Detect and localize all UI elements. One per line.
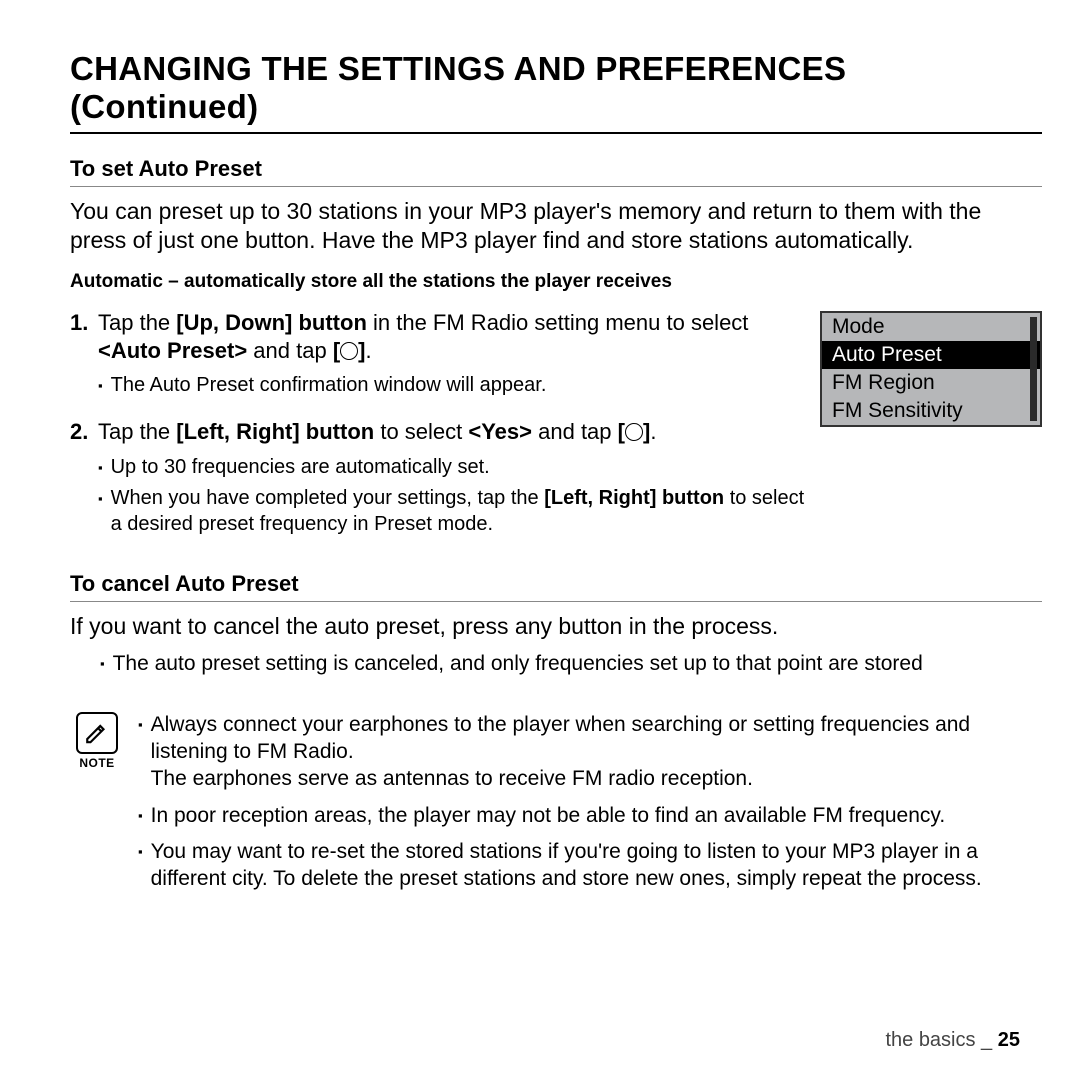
- automatic-line: Automatic – automatically store all the …: [70, 271, 1042, 293]
- step1-sub1-text: The Auto Preset confirmation window will…: [111, 373, 547, 399]
- step2-text-c: to select: [374, 419, 468, 444]
- steps-with-menu: 1. Tap the [Up, Down] button in the FM R…: [70, 309, 1042, 558]
- step-1: 1. Tap the [Up, Down] button in the FM R…: [70, 309, 806, 405]
- s2s2-b: [Left, Right] button: [544, 487, 724, 509]
- steps-list: 1. Tap the [Up, Down] button in the FM R…: [70, 309, 806, 558]
- menu-item-fm-region: FM Region: [822, 369, 1040, 397]
- note-item-3-text: You may want to re-set the stored statio…: [151, 839, 1042, 893]
- page-title: CHANGING THE SETTINGS AND PREFERENCES (C…: [70, 50, 1042, 134]
- step1-sub1: The Auto Preset confirmation window will…: [98, 373, 806, 399]
- section2-sub1: The auto preset setting is canceled, and…: [100, 651, 1042, 678]
- section2-intro: If you want to cancel the auto preset, p…: [70, 612, 1042, 641]
- step1-text-f: .: [365, 338, 371, 363]
- page-footer: the basics _ 25: [885, 1029, 1020, 1052]
- step2-sub1: Up to 30 frequencies are automatically s…: [98, 455, 806, 481]
- step2-text-e: and tap: [532, 419, 618, 444]
- note-item-3: You may want to re-set the stored statio…: [138, 839, 1042, 893]
- menu-item-mode: Mode: [822, 313, 1040, 341]
- menu-item-auto-preset: Auto Preset: [822, 341, 1040, 369]
- note-item-1-text: Always connect your earphones to the pla…: [151, 712, 1042, 793]
- step-2-number: 2.: [70, 418, 98, 543]
- menu-item-fm-sensitivity: FM Sensitivity: [822, 397, 1040, 425]
- step2-sub2: When you have completed your settings, t…: [98, 486, 806, 537]
- section-set-auto-preset-heading: To set Auto Preset: [70, 156, 1042, 187]
- step-1-number: 1.: [70, 309, 98, 405]
- step-2: 2. Tap the [Left, Right] button to selec…: [70, 418, 806, 543]
- step2-sub1-text: Up to 30 frequencies are automatically s…: [111, 455, 490, 481]
- section1-intro: You can preset up to 30 stations in your…: [70, 197, 1042, 255]
- n1a: Always connect your earphones to the pla…: [151, 713, 971, 763]
- note-icon-container: NOTE: [70, 712, 124, 903]
- step2-sub2-text: When you have completed your settings, t…: [111, 486, 806, 537]
- section2-sub1-text: The auto preset setting is canceled, and…: [113, 651, 923, 678]
- circle-button-icon: [340, 342, 358, 360]
- note-block: NOTE Always connect your earphones to th…: [70, 712, 1042, 903]
- step1-bold-b: [Up, Down] button: [176, 310, 367, 335]
- note-label: NOTE: [70, 756, 124, 770]
- n1b: The earphones serve as antennas to recei…: [151, 767, 753, 790]
- fm-radio-menu: Mode Auto Preset FM Region FM Sensitivit…: [820, 311, 1042, 427]
- footer-page-number: 25: [998, 1029, 1020, 1051]
- footer-section: the basics _: [885, 1029, 997, 1051]
- note-item-1: Always connect your earphones to the pla…: [138, 712, 1042, 793]
- note-item-2: In poor reception areas, the player may …: [138, 803, 1042, 830]
- step1-bold-d: <Auto Preset>: [98, 338, 247, 363]
- step2-bold-d: <Yes>: [468, 419, 532, 444]
- note-pencil-icon: [76, 712, 118, 754]
- circle-button-icon: [625, 423, 643, 441]
- note-list: Always connect your earphones to the pla…: [138, 712, 1042, 903]
- step2-text-f: .: [650, 419, 656, 444]
- step1-text-e: and tap: [247, 338, 333, 363]
- step1-text-c: in the FM Radio setting menu to select: [367, 310, 749, 335]
- s2s2-a: When you have completed your settings, t…: [111, 487, 545, 509]
- section-cancel-auto-preset-heading: To cancel Auto Preset: [70, 571, 1042, 602]
- note-item-2-text: In poor reception areas, the player may …: [151, 803, 946, 830]
- step1-text-a: Tap the: [98, 310, 176, 335]
- step2-bold-b: [Left, Right] button: [176, 419, 374, 444]
- step2-text-a: Tap the: [98, 419, 176, 444]
